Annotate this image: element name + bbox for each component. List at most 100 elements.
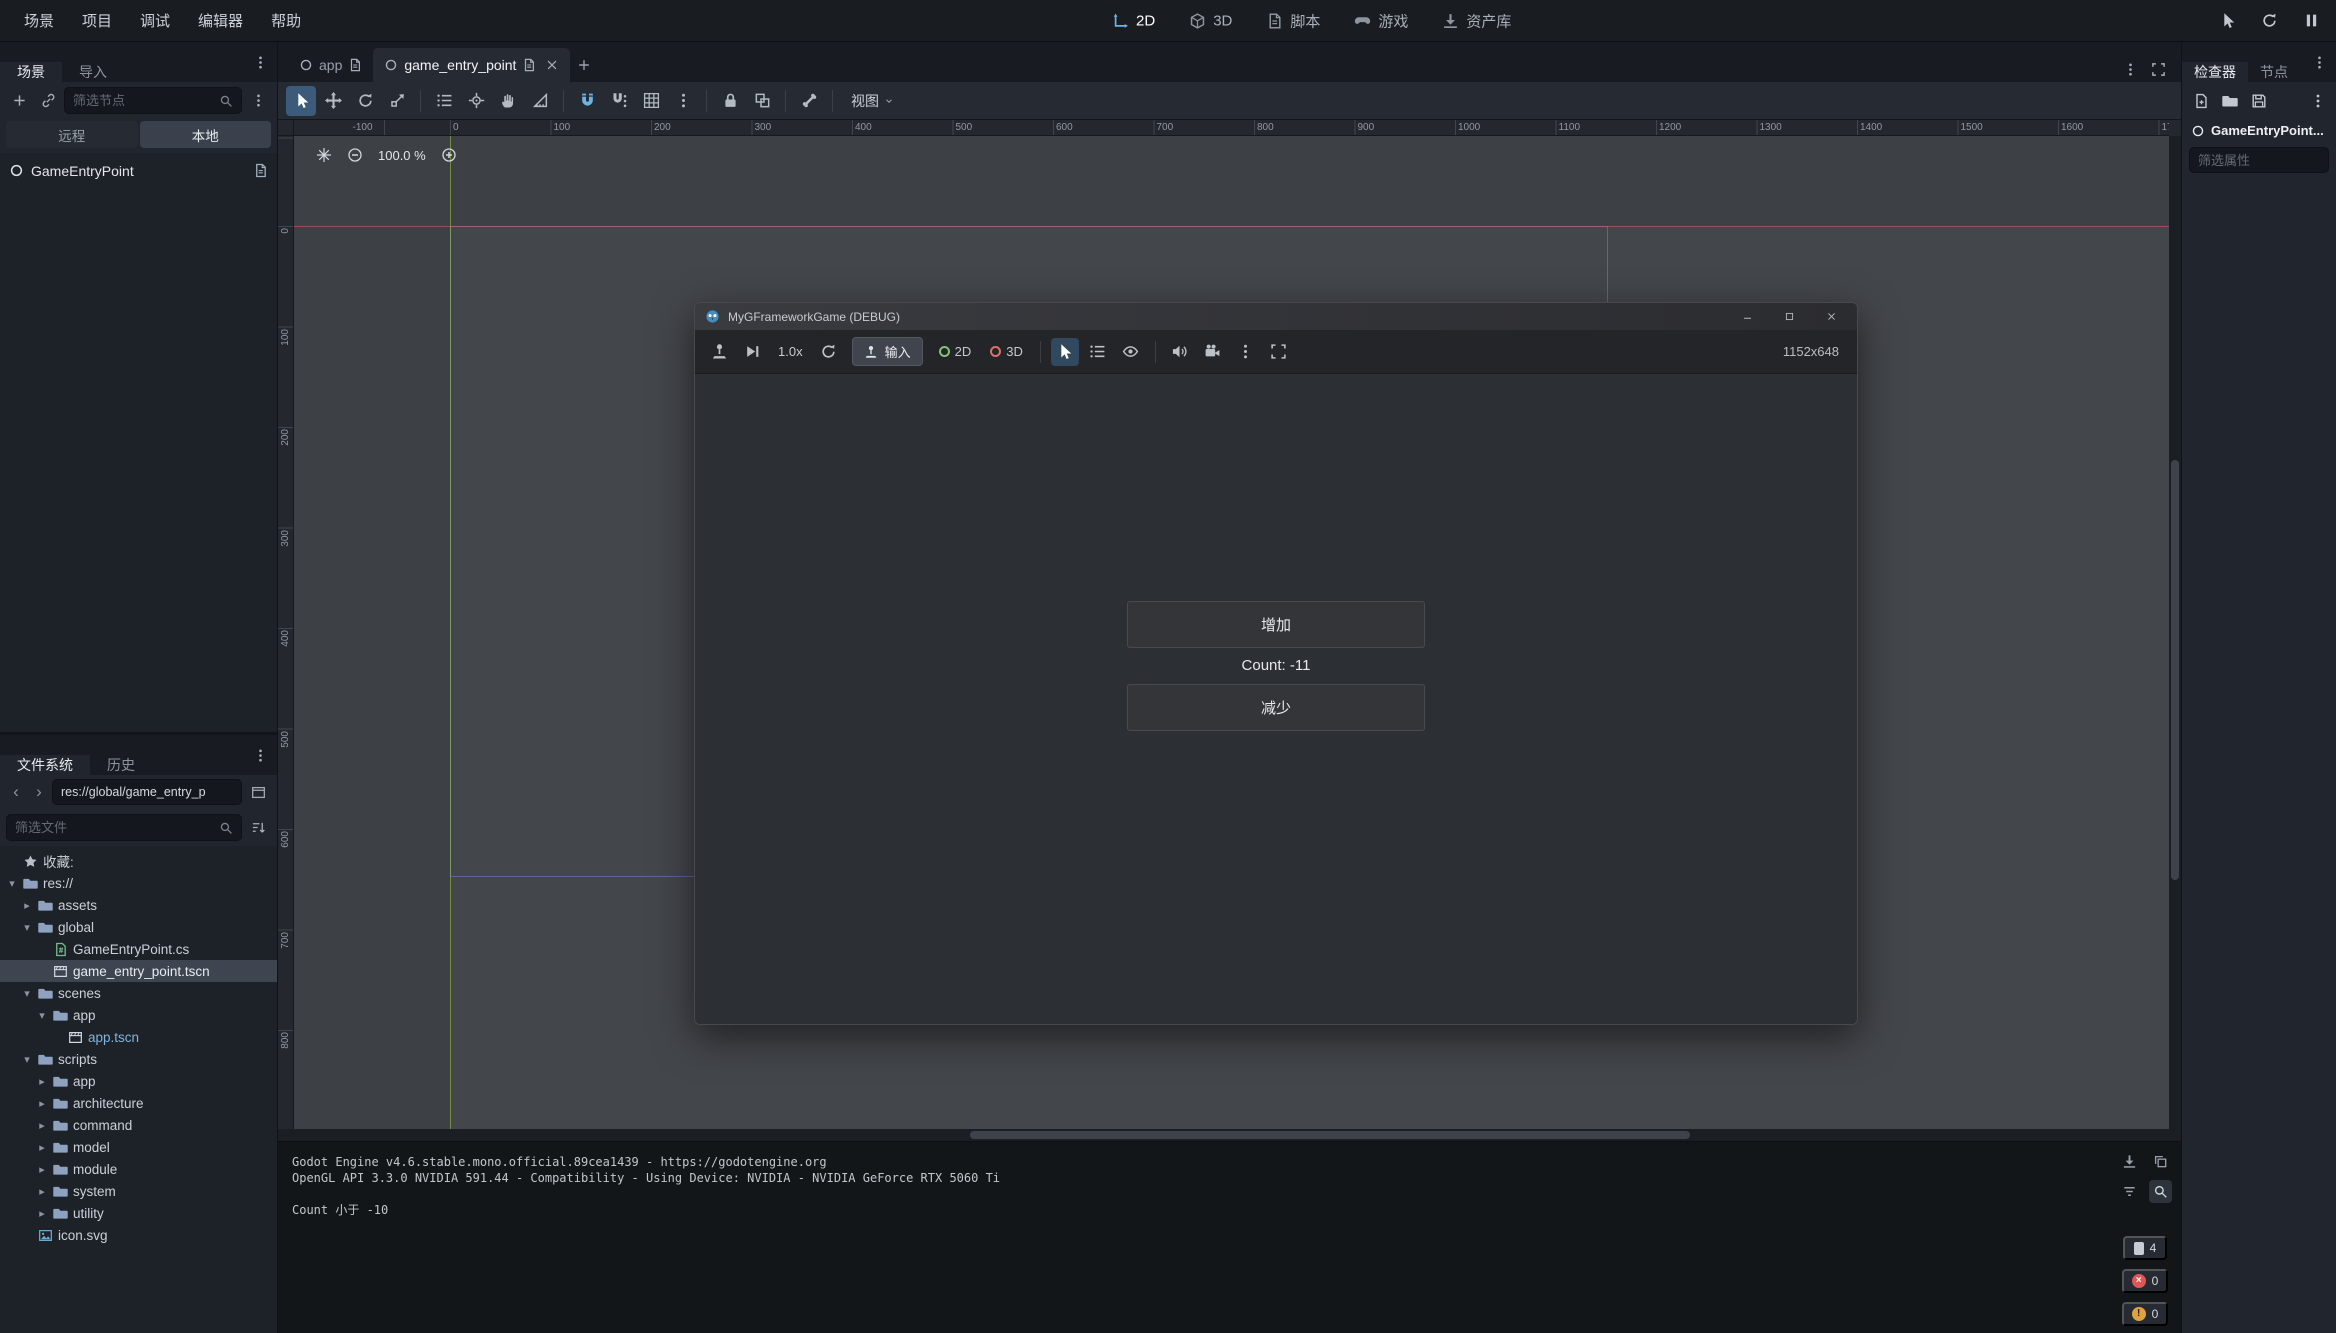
file-tree-item[interactable]: app.tscn bbox=[0, 1026, 277, 1048]
new-scene-tab-button[interactable] bbox=[570, 50, 598, 80]
dock-tab[interactable]: 检查器 bbox=[2182, 62, 2248, 82]
new-resource-button[interactable] bbox=[2188, 88, 2213, 113]
ruler-tool-button[interactable] bbox=[525, 86, 555, 116]
file-tree-item[interactable]: 收藏: bbox=[0, 850, 277, 872]
history-forward-button[interactable]: › bbox=[29, 780, 49, 804]
file-tree-item[interactable]: scripts bbox=[0, 1048, 277, 1070]
mode-3d-button[interactable]: 3D bbox=[983, 344, 1030, 359]
camera-override-button[interactable] bbox=[1199, 338, 1227, 366]
filter-nodes-input[interactable] bbox=[73, 93, 213, 108]
mute-audio-button[interactable] bbox=[1166, 338, 1194, 366]
attached-script-icon[interactable] bbox=[253, 163, 268, 178]
save-log-button[interactable] bbox=[2118, 1150, 2141, 1173]
filter-properties-input[interactable] bbox=[2198, 153, 2320, 168]
file-tree-item[interactable]: app bbox=[0, 1070, 277, 1092]
decrease-button[interactable]: 减少 bbox=[1127, 684, 1425, 731]
dock-tab[interactable]: 导入 bbox=[62, 62, 124, 82]
snap-indicator-button[interactable] bbox=[316, 147, 332, 163]
game-window-titlebar[interactable]: MyGFrameworkGame (DEBUG) bbox=[695, 303, 1857, 330]
history-back-button[interactable]: ‹ bbox=[6, 780, 26, 804]
dock-tab[interactable]: 文件系统 bbox=[0, 755, 90, 775]
file-tree-item[interactable]: architecture bbox=[0, 1092, 277, 1114]
inspector-menu-button[interactable] bbox=[2305, 88, 2330, 113]
tree-expand-arrow[interactable] bbox=[36, 1163, 48, 1176]
tree-expand-arrow[interactable] bbox=[21, 987, 33, 1000]
smart-snap-button[interactable] bbox=[572, 86, 602, 116]
local-tab[interactable]: 本地 bbox=[140, 121, 272, 148]
tree-expand-arrow[interactable] bbox=[36, 1141, 48, 1154]
add-node-button[interactable] bbox=[6, 88, 32, 114]
save-resource-button[interactable] bbox=[2246, 88, 2271, 113]
tree-expand-arrow[interactable] bbox=[36, 1097, 48, 1110]
group-node-button[interactable] bbox=[747, 86, 777, 116]
dock-menu-button[interactable] bbox=[247, 742, 273, 768]
tree-expand-arrow[interactable] bbox=[36, 1185, 48, 1198]
horizontal-scrollbar[interactable] bbox=[278, 1129, 2181, 1141]
current-path-input[interactable] bbox=[61, 785, 233, 799]
dock-tab[interactable]: 历史 bbox=[90, 755, 152, 775]
split-mode-button[interactable] bbox=[245, 779, 271, 805]
game-focus-button[interactable] bbox=[2212, 6, 2242, 36]
scene-tabs-menu-button[interactable] bbox=[2117, 56, 2143, 82]
snap-options-button[interactable] bbox=[668, 86, 698, 116]
scene-tab[interactable]: app bbox=[288, 48, 373, 82]
scene-tab[interactable]: game_entry_point bbox=[373, 48, 570, 82]
workspace-tab[interactable]: 3D bbox=[1177, 7, 1244, 34]
file-tree-item[interactable]: utility bbox=[0, 1202, 277, 1224]
workspace-tab[interactable]: 资产库 bbox=[1430, 5, 1523, 36]
increase-button[interactable]: 增加 bbox=[1127, 601, 1425, 648]
tree-expand-arrow[interactable] bbox=[36, 1119, 48, 1132]
file-tree-item[interactable]: icon.svg bbox=[0, 1224, 277, 1246]
file-sort-button[interactable] bbox=[245, 815, 271, 841]
maximize-window-button[interactable] bbox=[1781, 309, 1797, 325]
mode-2d-button[interactable]: 2D bbox=[932, 344, 979, 359]
dock-menu-button[interactable] bbox=[247, 49, 273, 75]
tree-expand-arrow[interactable] bbox=[21, 899, 33, 912]
distraction-free-button[interactable] bbox=[2145, 56, 2171, 82]
scale-tool-button[interactable] bbox=[382, 86, 412, 116]
tree-expand-arrow[interactable] bbox=[21, 1053, 33, 1066]
dock-menu-button[interactable] bbox=[2306, 49, 2332, 75]
grid-snap-button[interactable] bbox=[604, 86, 634, 116]
game-input-toggle[interactable]: 输入 bbox=[852, 337, 923, 366]
file-tree-item[interactable]: system bbox=[0, 1180, 277, 1202]
scene-tree-node[interactable]: GameEntryPoint bbox=[0, 156, 277, 185]
skeleton-options-button[interactable] bbox=[794, 86, 824, 116]
tree-expand-arrow[interactable] bbox=[21, 921, 33, 934]
visibility-mode-button[interactable] bbox=[1117, 338, 1145, 366]
file-tree-item[interactable]: game_entry_point.tscn bbox=[0, 960, 277, 982]
menu-item[interactable]: 调试 bbox=[126, 4, 184, 37]
zoom-in-button[interactable] bbox=[441, 147, 457, 163]
scene-tree-menu-button[interactable] bbox=[245, 88, 271, 114]
move-tool-button[interactable] bbox=[318, 86, 348, 116]
zoom-out-button[interactable] bbox=[347, 147, 363, 163]
remote-tab[interactable]: 远程 bbox=[6, 121, 138, 148]
list-select-button[interactable] bbox=[429, 86, 459, 116]
close-tab-icon[interactable] bbox=[545, 58, 559, 72]
embedded-game-button[interactable] bbox=[705, 338, 733, 366]
status-badge[interactable]: 0 bbox=[2122, 1302, 2169, 1326]
instance-scene-button[interactable] bbox=[35, 88, 61, 114]
dock-tab[interactable]: 节点 bbox=[2248, 62, 2300, 82]
tree-expand-arrow[interactable] bbox=[36, 1207, 48, 1220]
file-tree-item[interactable]: global bbox=[0, 916, 277, 938]
workspace-tab[interactable]: 脚本 bbox=[1254, 5, 1332, 36]
copy-log-button[interactable] bbox=[2149, 1150, 2172, 1173]
restart-game-button[interactable] bbox=[2254, 6, 2284, 36]
file-tree-item[interactable]: module bbox=[0, 1158, 277, 1180]
grid-toggle-button[interactable] bbox=[636, 86, 666, 116]
rotate-tool-button[interactable] bbox=[350, 86, 380, 116]
file-tree-item[interactable]: GameEntryPoint.cs bbox=[0, 938, 277, 960]
pick-select-mode-button[interactable] bbox=[1051, 338, 1079, 366]
game-options-button[interactable] bbox=[1232, 338, 1260, 366]
menu-item[interactable]: 项目 bbox=[68, 4, 126, 37]
load-resource-button[interactable] bbox=[2217, 88, 2242, 113]
speed-scale-button[interactable]: 1.0x bbox=[771, 344, 810, 359]
file-tree-item[interactable]: res:// bbox=[0, 872, 277, 894]
fullscreen-button[interactable] bbox=[1265, 338, 1293, 366]
menu-item[interactable]: 帮助 bbox=[257, 4, 315, 37]
workspace-tab[interactable]: 2D bbox=[1100, 7, 1167, 34]
tree-expand-arrow[interactable] bbox=[36, 1009, 48, 1022]
reset-speed-button[interactable] bbox=[815, 338, 843, 366]
lock-node-button[interactable] bbox=[715, 86, 745, 116]
